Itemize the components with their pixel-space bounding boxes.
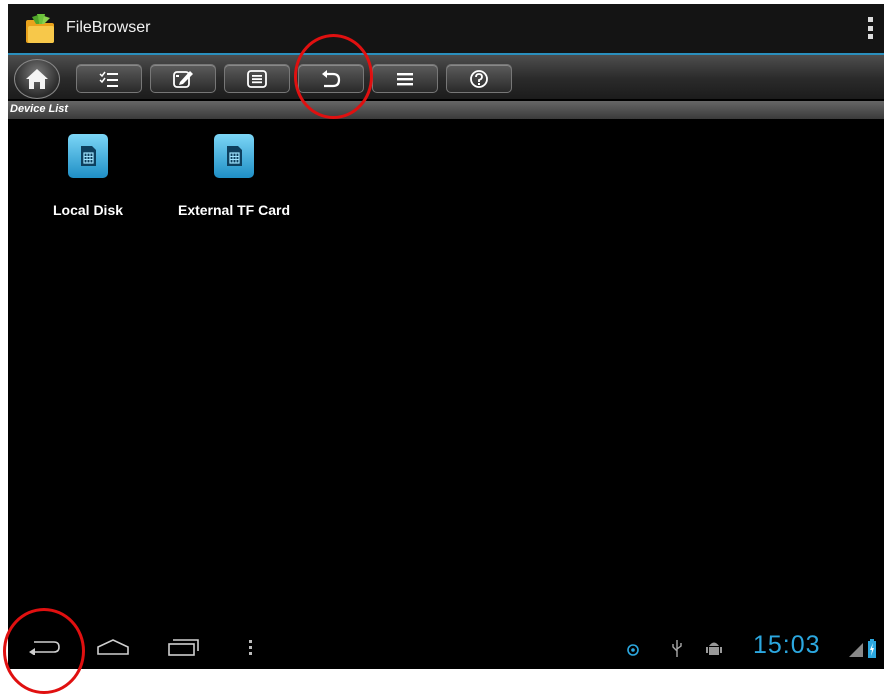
overflow-menu-icon[interactable] xyxy=(868,17,874,39)
folder-app-icon[interactable] xyxy=(23,12,57,46)
help-button[interactable] xyxy=(446,64,512,93)
sd-card-icon xyxy=(214,134,254,178)
device-item-local-disk[interactable]: Local Disk xyxy=(18,134,158,218)
toolbar xyxy=(8,55,884,99)
usb-icon xyxy=(672,640,682,657)
android-debug-icon xyxy=(706,642,722,655)
nav-home-icon[interactable] xyxy=(96,638,130,656)
nav-menu-icon[interactable] xyxy=(248,639,254,657)
device-label: External TF Card xyxy=(177,202,291,218)
action-bar: FileBrowser xyxy=(8,4,884,55)
sync-icon xyxy=(627,644,639,656)
sd-card-icon xyxy=(68,134,108,178)
highlight-circle-nav-back xyxy=(3,608,85,694)
edit-icon xyxy=(173,70,193,88)
device-label: Local Disk xyxy=(52,202,124,218)
checklist-icon xyxy=(99,71,118,87)
clock: 15:03 xyxy=(753,631,821,659)
menu-icon xyxy=(397,72,413,85)
highlight-circle-back-button xyxy=(294,34,373,119)
menu-button[interactable] xyxy=(372,64,438,93)
home-icon xyxy=(26,69,48,89)
system-nav-bar: 15:03 xyxy=(8,623,884,669)
nav-recents-icon[interactable] xyxy=(166,637,200,657)
section-title: Device List xyxy=(10,103,69,115)
battery-charging-icon xyxy=(868,639,876,658)
device-item-external-tf-card[interactable]: External TF Card xyxy=(164,134,304,218)
multi-select-button[interactable] xyxy=(76,64,142,93)
section-header: Device List xyxy=(8,101,884,119)
list-view-button[interactable] xyxy=(224,64,290,93)
edit-button[interactable] xyxy=(150,64,216,93)
home-button[interactable] xyxy=(14,59,60,99)
help-icon xyxy=(470,69,488,88)
signal-icon xyxy=(849,643,863,657)
list-icon xyxy=(247,69,267,88)
device-screen: FileBrowser Device List Local Disk Exter… xyxy=(8,4,884,669)
app-title: FileBrowser xyxy=(66,19,151,36)
